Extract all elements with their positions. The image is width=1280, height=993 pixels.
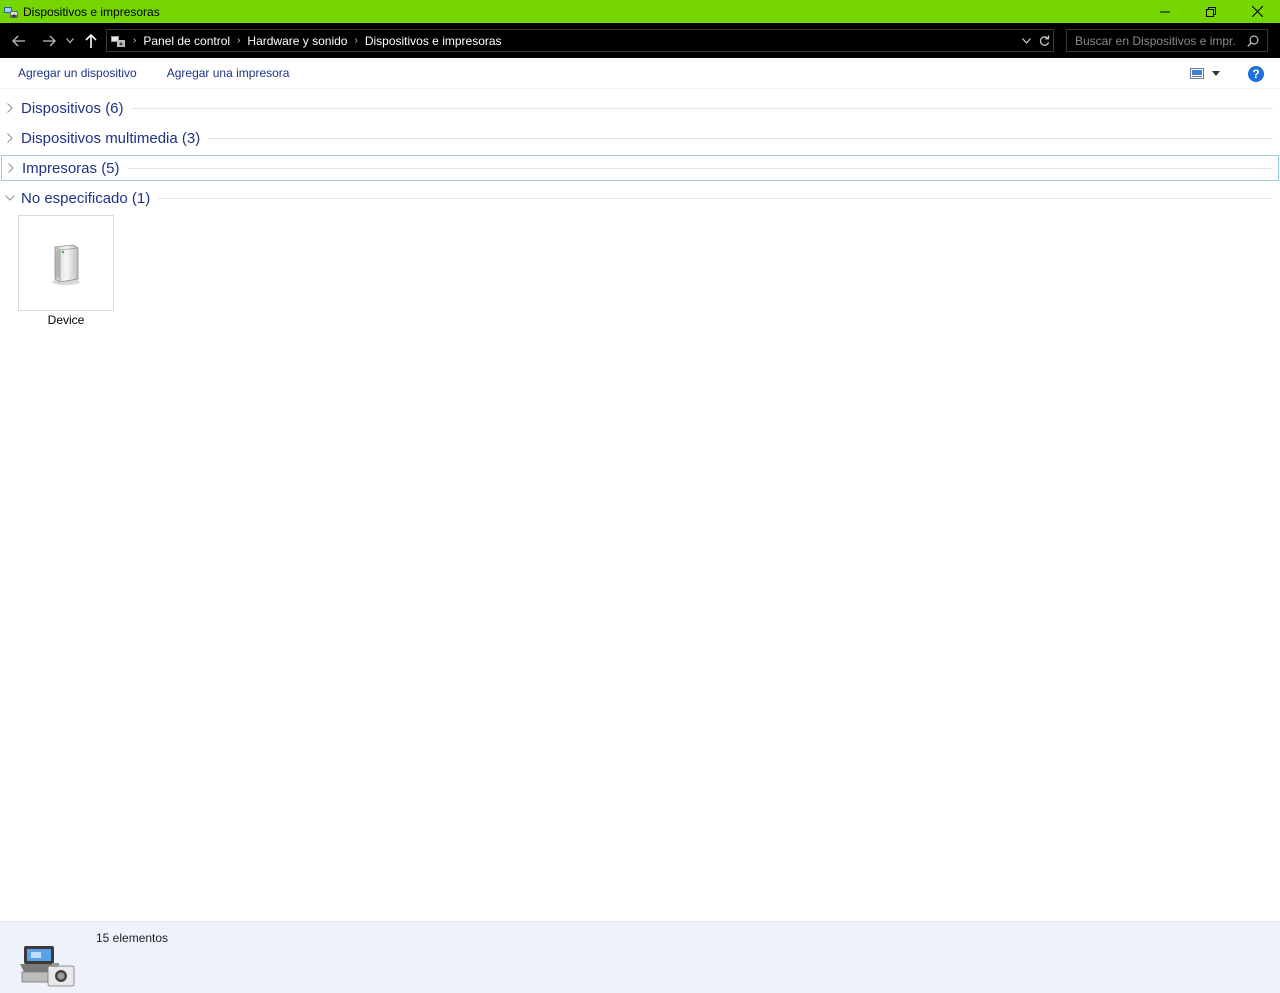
change-view-button[interactable] bbox=[1188, 64, 1206, 84]
breadcrumb-separator-icon[interactable]: › bbox=[133, 35, 136, 46]
breadcrumb-hardware-y-sonido[interactable]: Hardware y sonido bbox=[247, 34, 347, 48]
forward-button[interactable] bbox=[36, 23, 62, 58]
item-count: 15 elementos bbox=[96, 931, 169, 945]
refresh-icon bbox=[1039, 35, 1049, 46]
close-icon bbox=[1251, 6, 1263, 17]
chevron-right-icon[interactable] bbox=[1, 103, 19, 113]
group-label: Dispositivos multimedia (3) bbox=[21, 129, 201, 147]
generic-device-icon bbox=[52, 244, 80, 285]
up-button[interactable] bbox=[78, 23, 104, 58]
recent-locations-button[interactable] bbox=[62, 23, 78, 58]
breadcrumb-panel-de-control[interactable]: Panel de control bbox=[143, 34, 230, 48]
breadcrumb-separator-icon[interactable]: › bbox=[354, 35, 357, 46]
window-title: Dispositivos e impresoras bbox=[23, 4, 160, 19]
help-icon: ? bbox=[1248, 65, 1264, 82]
chevron-down-icon bbox=[1021, 37, 1031, 44]
search-box[interactable] bbox=[1066, 29, 1268, 52]
chevron-down-icon bbox=[66, 37, 74, 43]
command-bar: Agregar un dispositivo Agregar una impre… bbox=[0, 58, 1280, 89]
svg-text:?: ? bbox=[1252, 67, 1259, 81]
minimize-button[interactable] bbox=[1142, 0, 1188, 23]
group-divider bbox=[131, 107, 1273, 109]
group-label: No especificado (1) bbox=[21, 189, 151, 207]
address-bar-row: › Panel de control › Hardware y sonido ›… bbox=[0, 23, 1280, 58]
view-icon bbox=[1190, 68, 1204, 79]
address-box[interactable]: › Panel de control › Hardware y sonido ›… bbox=[106, 29, 1054, 52]
devices-printers-icon bbox=[111, 35, 125, 47]
caret-down-icon bbox=[1212, 71, 1220, 76]
device-tile[interactable] bbox=[18, 215, 114, 311]
address-history-button[interactable] bbox=[1017, 37, 1035, 44]
back-button[interactable] bbox=[6, 23, 32, 58]
chevron-down-icon[interactable] bbox=[1, 195, 19, 201]
chevron-right-icon[interactable] bbox=[1, 133, 19, 143]
add-printer-button[interactable]: Agregar una impresora bbox=[167, 66, 290, 80]
group-label: Impresoras (5) bbox=[22, 159, 120, 177]
items-view: Dispositivos (6) Dispositivos multimedia… bbox=[0, 89, 1280, 921]
up-arrow-icon bbox=[85, 33, 97, 48]
group-divider bbox=[127, 167, 1272, 169]
restore-icon bbox=[1206, 6, 1216, 17]
group-dispositivos[interactable]: Dispositivos (6) bbox=[1, 95, 1279, 121]
group-label: Dispositivos (6) bbox=[21, 99, 124, 117]
view-options-button[interactable] bbox=[1206, 64, 1226, 84]
devices-printers-icon bbox=[4, 6, 18, 18]
breadcrumb-dispositivos-e-impresoras[interactable]: Dispositivos e impresoras bbox=[365, 34, 502, 48]
chevron-right-icon[interactable] bbox=[2, 163, 20, 173]
search-input[interactable] bbox=[1067, 33, 1237, 48]
help-button[interactable]: ? bbox=[1246, 64, 1266, 84]
details-pane: 15 elementos bbox=[0, 921, 1280, 993]
breadcrumb-separator-icon[interactable]: › bbox=[237, 35, 240, 46]
search-icon bbox=[1247, 35, 1259, 47]
close-button[interactable] bbox=[1234, 0, 1280, 23]
group-divider bbox=[208, 137, 1273, 139]
restore-button[interactable] bbox=[1188, 0, 1234, 23]
group-dispositivos-multimedia[interactable]: Dispositivos multimedia (3) bbox=[1, 125, 1279, 151]
minimize-icon bbox=[1160, 11, 1170, 12]
refresh-button[interactable] bbox=[1035, 35, 1053, 47]
devices-printers-large-icon bbox=[20, 946, 75, 987]
forward-arrow-icon bbox=[43, 35, 56, 46]
group-divider bbox=[158, 197, 1273, 199]
title-bar: Dispositivos e impresoras bbox=[0, 0, 1280, 23]
device-label[interactable]: Device bbox=[18, 313, 114, 327]
group-no-especificado[interactable]: No especificado (1) bbox=[1, 185, 1279, 211]
add-device-button[interactable]: Agregar un dispositivo bbox=[18, 66, 137, 80]
back-arrow-icon bbox=[12, 35, 25, 46]
group-impresoras[interactable]: Impresoras (5) bbox=[1, 155, 1279, 181]
